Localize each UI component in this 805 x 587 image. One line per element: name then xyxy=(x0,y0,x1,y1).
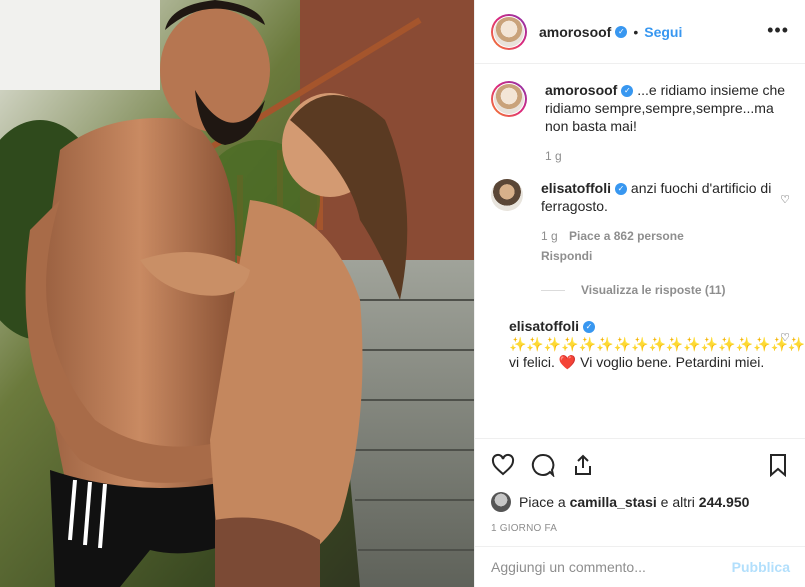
share-icon[interactable] xyxy=(571,453,595,477)
comment-time[interactable]: 1 g xyxy=(541,229,558,243)
header-separator: • xyxy=(633,23,639,40)
comment-input[interactable] xyxy=(491,559,732,575)
comment-bubble-icon[interactable] xyxy=(531,453,555,477)
avatar-image xyxy=(494,84,524,114)
avatar-image xyxy=(494,16,524,47)
publish-button[interactable]: Pubblica xyxy=(732,559,790,575)
likes-count[interactable]: 244.950 xyxy=(699,494,750,510)
comment-username[interactable]: elisatoffoli xyxy=(541,180,611,196)
post-header: amorosoof ✓ • Segui ••• xyxy=(475,0,805,64)
post-actions: Piace a camilla_stasi e altri 244.950 1 … xyxy=(475,438,805,541)
more-options-icon[interactable]: ••• xyxy=(767,20,789,41)
caption-body: amorosoof ✓ ...e ridiamo insieme che ridi… xyxy=(545,81,790,165)
bookmark-icon[interactable] xyxy=(766,453,790,477)
liker-username[interactable]: camilla_stasi xyxy=(570,494,657,510)
comment-likes[interactable]: Piace a 862 persone xyxy=(569,229,684,243)
verified-icon: ✓ xyxy=(615,183,628,196)
comment-body: elisatoffoli ✓ ✨✨✨✨✨✨✨✨✨✨✨✨✨✨✨✨✨✨✨✨✨✨✨✨✨✨… xyxy=(509,317,805,371)
likes-mid: e altri xyxy=(660,494,695,510)
comment-meta: 1 g Piace a 862 persone Rispondi xyxy=(541,227,790,265)
follow-button[interactable]: Segui xyxy=(644,24,682,40)
liker-avatar[interactable] xyxy=(491,492,511,512)
avatar-frame xyxy=(493,15,525,48)
comments-list[interactable]: amorosoof ✓ ...e ridiamo insieme che ridi… xyxy=(475,65,805,438)
author-avatar[interactable] xyxy=(491,13,527,50)
comment-username[interactable]: elisatoffoli xyxy=(509,318,579,334)
add-comment-bar: Pubblica xyxy=(475,546,805,587)
comment-body: elisatoffoli ✓ anzi fuochi d'artificio di… xyxy=(541,179,790,265)
comment-item: elisatoffoli ✓ anzi fuochi d'artificio di… xyxy=(491,179,790,265)
verified-icon: ✓ xyxy=(583,321,596,334)
comment-text: ✨✨✨✨✨✨✨✨✨✨✨✨✨✨✨✨✨✨✨✨✨✨✨✨✨✨✨✨✨veder vi fe… xyxy=(509,336,805,370)
view-replies-button[interactable]: Visualizza le risposte (11) xyxy=(541,283,790,297)
likes-summary: Piace a camilla_stasi e altri 244.950 xyxy=(491,491,790,513)
comment-like-heart-icon[interactable]: ♡ xyxy=(780,331,790,344)
post-container: amorosoof ✓ • Segui ••• amorosoof ✓ ...e … xyxy=(0,0,805,587)
view-replies-line xyxy=(541,289,565,291)
photo-illustration xyxy=(0,0,474,587)
view-replies-label: Visualizza le risposte (11) xyxy=(581,283,726,297)
avatar-frame xyxy=(493,83,525,115)
author-username[interactable]: amorosoof xyxy=(539,24,611,40)
reply-button[interactable]: Rispondi xyxy=(541,247,790,265)
caption-avatar[interactable] xyxy=(491,81,527,117)
caption-time[interactable]: 1 g xyxy=(545,149,562,163)
comment-avatar[interactable] xyxy=(491,179,523,211)
post-panel: amorosoof ✓ • Segui ••• amorosoof ✓ ...e … xyxy=(474,0,805,587)
post-photo[interactable] xyxy=(0,0,474,587)
caption: amorosoof ✓ ...e ridiamo insieme che ridi… xyxy=(491,81,790,165)
verified-icon: ✓ xyxy=(615,25,628,38)
like-heart-icon[interactable] xyxy=(491,453,515,477)
action-icons xyxy=(491,439,790,491)
comment-item: elisatoffoli ✓ ✨✨✨✨✨✨✨✨✨✨✨✨✨✨✨✨✨✨✨✨✨✨✨✨✨✨… xyxy=(491,317,805,371)
caption-meta: 1 g xyxy=(545,147,790,165)
caption-username[interactable]: amorosoof xyxy=(545,82,617,98)
post-date[interactable]: 1 GIORNO FA xyxy=(491,523,790,541)
likes-prefix: Piace a xyxy=(519,494,566,510)
verified-icon: ✓ xyxy=(621,85,634,98)
comment-like-heart-icon[interactable]: ♡ xyxy=(780,193,790,206)
